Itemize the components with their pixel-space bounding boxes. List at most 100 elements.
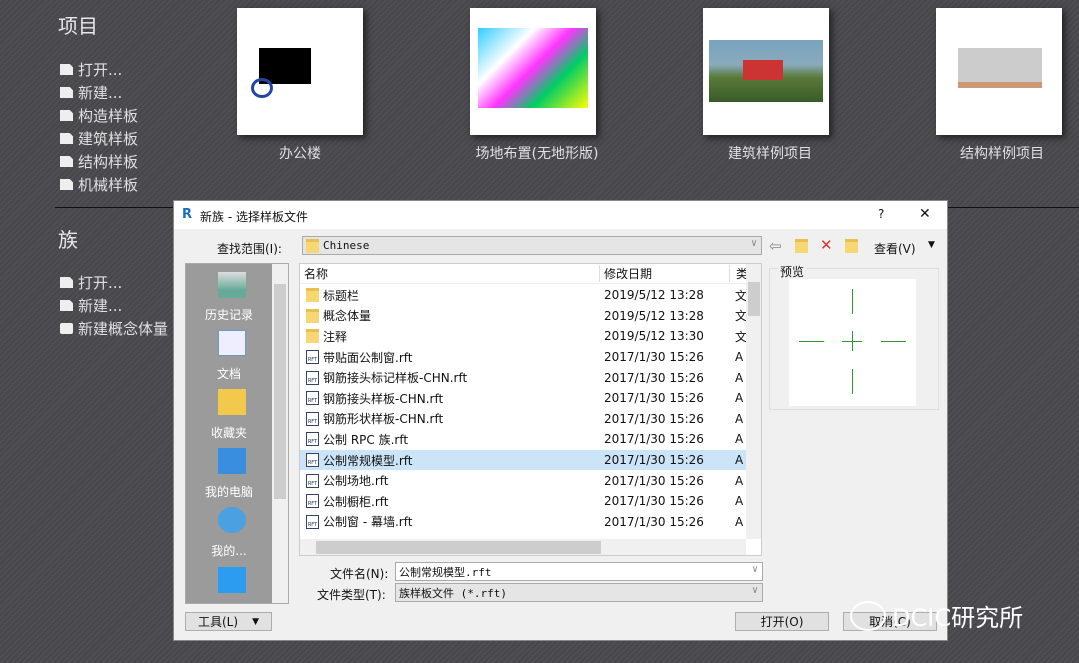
chevron-down-icon[interactable]: ∨ (752, 564, 758, 575)
file-row[interactable]: RFT 公制橱柜.rft 2017/1/30 15:26 A (300, 491, 760, 512)
file-row[interactable]: RFT 钢筋接头标记样板-CHN.rft 2017/1/30 15:26 A (300, 367, 760, 388)
file-type: A (735, 494, 744, 509)
file-name: 公制窗 - 幕墙.rft (323, 515, 413, 530)
thumbnail-office[interactable] (237, 8, 363, 135)
project-new-link[interactable]: 新建... (60, 81, 138, 104)
view-dropdown-icon[interactable]: ▼ (928, 240, 935, 250)
filetype-value: 族样板文件 (*.rft) (399, 586, 507, 600)
new-folder-icon[interactable] (845, 239, 858, 253)
filetype-dropdown[interactable]: 族样板文件 (*.rft) ∨ (395, 583, 763, 602)
filename-input[interactable]: 公制常规模型.rft ∨ (395, 562, 763, 581)
view-menu[interactable]: 查看(V) (874, 240, 916, 257)
tools-button[interactable]: 工具(L) ▼ (185, 612, 272, 631)
preview-group: 预览 (769, 263, 939, 410)
new-conceptual-mass-link[interactable]: 新建概念体量 (60, 317, 168, 340)
rft-file-icon: RFT (306, 514, 319, 529)
place-network[interactable]: 我的... (186, 542, 272, 559)
watermark: DCIC研究所 (850, 598, 1023, 633)
mechanical-template-link[interactable]: 机械样板 (60, 173, 138, 196)
network-icon (218, 507, 246, 533)
rft-file-icon: RFT (306, 370, 319, 385)
file-row[interactable]: RFT 带贴面公制窗.rft 2017/1/30 15:26 A (300, 347, 760, 368)
thumbnail-label[interactable]: 场地布置(无地形版) (437, 143, 637, 163)
family-open-link[interactable]: 打开... (60, 271, 168, 294)
rft-file-icon: RFT (306, 391, 319, 406)
folder-icon (306, 308, 319, 323)
column-header: 名称 修改日期 类 (300, 264, 760, 284)
rft-file-icon: RFT (306, 350, 319, 365)
place-history[interactable]: 历史记录 (186, 306, 272, 323)
project-links: 打开... 新建... 构造样板 建筑样板 结构样板 机械样板 (60, 58, 138, 196)
rft-file-icon: RFT (306, 473, 319, 488)
thumbnail-site[interactable] (470, 8, 596, 135)
link-label: 建筑样板 (78, 130, 139, 148)
help-button[interactable]: ? (878, 207, 884, 221)
file-type: A (735, 370, 744, 385)
file-date: 2017/1/30 15:26 (604, 370, 704, 385)
file-name: 钢筋形状样板-CHN.rft (323, 412, 444, 427)
lookin-dropdown[interactable]: Chinese ∨ (302, 236, 762, 255)
delete-icon[interactable]: ✕ (820, 236, 833, 254)
rft-file-icon: RFT (306, 432, 319, 447)
construction-template-link[interactable]: 构造样板 (60, 104, 138, 127)
watermark-text: DCIC研究所 (892, 604, 1024, 632)
thumbnail-structure[interactable] (936, 8, 1062, 135)
structure-template-link[interactable]: 结构样板 (60, 150, 138, 173)
back-icon[interactable]: ⇦ (769, 237, 782, 255)
file-name: 概念体量 (323, 309, 372, 324)
thumbnail-label[interactable]: 建筑样例项目 (670, 143, 870, 163)
file-list: 名称 修改日期 类 标题栏 2019/5/12 13:28 文概念体量 2019/5/… (299, 263, 762, 556)
architecture-template-link[interactable]: 建筑样板 (60, 127, 138, 150)
lookin-label: 查找范围(I): (217, 242, 282, 256)
places-scrollbar[interactable] (272, 264, 288, 603)
file-row[interactable]: RFT 公制场地.rft 2017/1/30 15:26 A (300, 470, 760, 491)
close-button[interactable]: ✕ (919, 206, 931, 222)
document-icon (60, 156, 73, 167)
file-list-hscrollbar[interactable] (300, 539, 746, 555)
desktop-icon (218, 567, 246, 593)
open-button[interactable]: 打开(O) (735, 612, 829, 631)
thumbnail-architecture[interactable] (703, 8, 829, 135)
file-name: 带贴面公制窗.rft (323, 350, 413, 365)
file-row[interactable]: 概念体量 2019/5/12 13:28 文 (300, 306, 760, 327)
wechat-icon (850, 600, 886, 631)
project-heading: 项目 (58, 14, 98, 38)
file-row[interactable]: RFT 钢筋接头样板-CHN.rft 2017/1/30 15:26 A (300, 388, 760, 409)
place-computer[interactable]: 我的电脑 (186, 483, 272, 500)
file-row[interactable]: 标题栏 2019/5/12 13:28 文 (300, 285, 760, 306)
family-heading: 族 (58, 228, 78, 252)
file-date: 2017/1/30 15:26 (604, 453, 704, 468)
file-date: 2017/1/30 15:26 (604, 514, 704, 529)
file-date: 2017/1/30 15:26 (604, 391, 704, 406)
lookin-value: Chinese (323, 239, 370, 252)
link-label: 结构样板 (78, 153, 139, 171)
mass-icon (60, 323, 73, 334)
column-date[interactable]: 修改日期 (600, 265, 730, 282)
column-name[interactable]: 名称 (300, 265, 600, 282)
file-name: 公制 RPC 族.rft (323, 432, 409, 447)
file-list-vscrollbar[interactable] (746, 264, 761, 539)
file-row[interactable]: RFT 公制 RPC 族.rft 2017/1/30 15:26 A (300, 429, 760, 450)
project-open-link[interactable]: 打开... (60, 58, 138, 81)
up-folder-icon[interactable] (795, 239, 808, 253)
file-row[interactable]: RFT 公制窗 - 幕墙.rft 2017/1/30 15:26 A (300, 512, 760, 533)
rft-file-icon: RFT (306, 494, 319, 509)
file-row[interactable]: 注释 2019/5/12 13:30 文 (300, 326, 760, 347)
file-row[interactable]: RFT 公制常规模型.rft 2017/1/30 15:26 A (300, 449, 760, 471)
place-favorites[interactable]: 收藏夹 (186, 424, 272, 441)
folder-open-icon (60, 277, 73, 288)
thumbnail-label[interactable]: 结构样例项目 (902, 143, 1079, 163)
file-name: 注释 (323, 329, 348, 344)
filename-value: 公制常规模型.rft (399, 565, 492, 579)
file-name: 公制场地.rft (323, 474, 389, 489)
thumbnail-label[interactable]: 办公楼 (200, 143, 400, 163)
revit-logo-icon: R (182, 207, 193, 222)
file-date: 2019/5/12 13:30 (604, 329, 704, 344)
folder-open-icon (60, 64, 73, 75)
file-row[interactable]: RFT 钢筋形状样板-CHN.rft 2017/1/30 15:26 A (300, 409, 760, 430)
file-type: A (735, 391, 744, 406)
place-documents[interactable]: 文档 (186, 365, 272, 382)
family-new-link[interactable]: 新建... (60, 294, 168, 317)
places-bar: 历史记录 文档 收藏夹 我的电脑 我的... (185, 263, 289, 604)
link-label: 新建... (78, 297, 123, 315)
